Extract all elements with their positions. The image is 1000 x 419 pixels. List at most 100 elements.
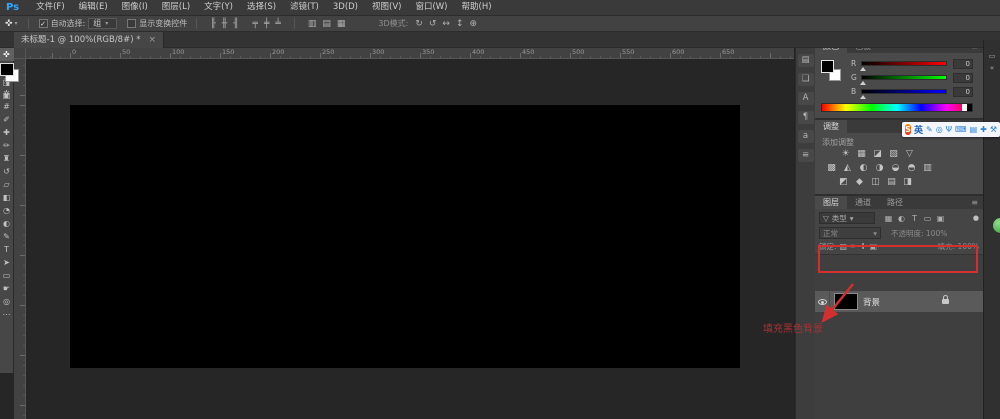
align-bottom-edges-icon[interactable]: ╧ [272, 17, 283, 31]
photo-filter-icon[interactable]: ◑ [873, 162, 886, 174]
wrench-icon[interactable]: ⚒ [990, 123, 997, 136]
hand-tool[interactable]: ☛ [0, 282, 14, 295]
tab-channels[interactable]: 通道 [847, 196, 879, 209]
slider-thumb[interactable] [860, 81, 866, 85]
color-balance-icon[interactable]: ◭ [841, 162, 854, 174]
blue-value[interactable]: 0 [953, 87, 973, 97]
menu-item[interactable]: 编辑(E) [72, 0, 115, 15]
clone-source-panel-icon[interactable]: ▤ [798, 54, 814, 67]
filter-pixel-layers-icon[interactable]: ▦ [883, 214, 894, 223]
canvas[interactable] [70, 105, 740, 368]
shape-tool[interactable]: ▭ [0, 269, 14, 282]
eraser-tool[interactable]: ▱ [0, 178, 14, 191]
red-slider[interactable] [861, 61, 947, 66]
3d-rotate-icon[interactable]: ↻ [412, 17, 426, 31]
eyedropper-tool[interactable]: ✐ [0, 113, 14, 126]
pen-icon[interactable]: ✎ [926, 123, 933, 136]
menu-item[interactable]: 文件(F) [29, 0, 72, 15]
opacity-field[interactable]: 不透明度: 100% [891, 228, 947, 239]
tab-layers[interactable]: 图层 [815, 196, 847, 209]
mic-icon[interactable]: Ψ [946, 123, 952, 136]
glyphs-panel-icon[interactable]: a [798, 130, 814, 143]
panel-menu-icon[interactable]: ≡ [966, 196, 983, 209]
align-horizontal-centers-icon[interactable]: ╫ [219, 17, 230, 31]
filter-toggle-icon[interactable]: ● [973, 214, 979, 222]
foreground-color-swatch[interactable] [821, 60, 834, 73]
filter-adjustment-layers-icon[interactable]: ◐ [896, 214, 907, 223]
color-swatches[interactable] [0, 63, 14, 76]
brush-tool[interactable]: ✏ [0, 139, 14, 152]
clipboard-icon[interactable]: ▤ [970, 123, 978, 136]
sogou-logo[interactable]: S [905, 124, 911, 135]
tab-adjustments[interactable]: 调整 [815, 120, 847, 133]
menu-item[interactable]: 图像(I) [115, 0, 155, 15]
tab-paths[interactable]: 路径 [879, 196, 911, 209]
exposure-icon[interactable]: ▧ [887, 148, 900, 160]
paragraph-panel-icon[interactable]: ¶ [798, 111, 814, 124]
red-value[interactable]: 0 [953, 59, 973, 69]
levels-icon[interactable]: ▦ [855, 148, 868, 160]
auto-select-dropdown[interactable]: 组 ▾ [88, 18, 117, 29]
path-selection-tool[interactable]: ➤ [0, 256, 14, 269]
history-brush-tool[interactable]: ↺ [0, 165, 14, 178]
slider-thumb[interactable] [860, 95, 866, 99]
selective-color-icon[interactable]: ▤ [885, 176, 898, 188]
invert-icon[interactable]: ◩ [837, 176, 850, 188]
character-panel-icon[interactable]: A [798, 92, 814, 105]
dodge-tool[interactable]: ◐ [0, 217, 14, 230]
collapse-dock-icon[interactable]: « [990, 64, 994, 72]
healing-brush-tool[interactable]: ✚ [0, 126, 14, 139]
close-tab-icon[interactable]: × [148, 33, 156, 48]
filter-type-layers-icon[interactable]: T [909, 214, 920, 223]
ruler-corner[interactable] [14, 48, 26, 59]
foreground-color-swatch[interactable] [0, 63, 14, 76]
gradient-tool[interactable]: ◧ [0, 191, 14, 204]
hue-saturation-icon[interactable]: ▩ [825, 162, 838, 174]
filter-shape-layers-icon[interactable]: ▭ [922, 214, 933, 223]
threshold-icon[interactable]: ◆ [853, 176, 866, 188]
slider-thumb[interactable] [860, 67, 866, 71]
black-white-icon[interactable]: ◐ [857, 162, 870, 174]
zoom-tool[interactable]: ◎ [0, 295, 14, 308]
screen-mode-button[interactable]: ▣ [0, 89, 14, 102]
menu-item[interactable]: 帮助(H) [455, 0, 499, 15]
clone-stamp-tool[interactable]: ♜ [0, 152, 14, 165]
tool-preset-caret-icon[interactable]: ▾ [15, 20, 18, 27]
channel-mixer-icon[interactable]: ◒ [889, 162, 902, 174]
show-transform-checkbox[interactable] [127, 19, 136, 28]
pen-tool[interactable]: ✎ [0, 230, 14, 243]
document-tab[interactable]: 未标题-1 @ 100%(RGB/8#) * × [14, 32, 164, 48]
curves-icon[interactable]: ◪ [871, 148, 884, 160]
3d-drag-icon[interactable]: ↔ [439, 17, 453, 31]
type-tool[interactable]: T [0, 243, 14, 256]
menu-item[interactable]: 3D(D) [326, 0, 365, 15]
blend-mode-dropdown[interactable]: 正常 ▾ [819, 227, 881, 239]
menu-item[interactable]: 视图(V) [365, 0, 408, 15]
info-panel-icon[interactable]: ❏ [798, 73, 814, 86]
target-icon[interactable]: ◎ [936, 123, 943, 136]
blue-slider[interactable] [861, 89, 947, 94]
gradient-map-icon[interactable]: ◫ [869, 176, 882, 188]
menu-item[interactable]: 选择(S) [240, 0, 283, 15]
vibrance-icon[interactable]: ▽ [903, 148, 916, 160]
vertical-ruler[interactable] [14, 59, 26, 419]
menu-item[interactable]: 图层(L) [155, 0, 197, 15]
distribute-spacing-icon[interactable]: ▦ [334, 17, 349, 31]
brightness-contrast-icon[interactable]: ☀ [839, 148, 852, 160]
blur-tool[interactable]: ◔ [0, 204, 14, 217]
menu-item[interactable]: 文字(Y) [197, 0, 240, 15]
properties-panel-icon[interactable]: ≡ [798, 149, 814, 162]
lut-icon[interactable]: ◨ [901, 176, 914, 188]
keyboard-icon[interactable]: ⌨ [955, 123, 967, 136]
distribute-vertical-icon[interactable]: ▥ [305, 17, 320, 31]
align-top-edges-icon[interactable]: ╤ [250, 17, 261, 31]
posterize-icon[interactable]: ▥ [921, 162, 934, 174]
3d-roll-icon[interactable]: ↺ [426, 17, 440, 31]
toolbox-icon[interactable]: ✚ [980, 123, 987, 136]
align-vertical-centers-icon[interactable]: ╪ [261, 17, 272, 31]
distribute-horizontal-icon[interactable]: ▤ [319, 17, 334, 31]
layer-filter-type-dropdown[interactable]: ▽ 类型 ▾ [819, 212, 875, 224]
color-lookup-icon[interactable]: ◓ [905, 162, 918, 174]
3d-scale-icon[interactable]: ⊕ [467, 17, 481, 31]
3d-slide-icon[interactable]: ↕ [453, 17, 467, 31]
